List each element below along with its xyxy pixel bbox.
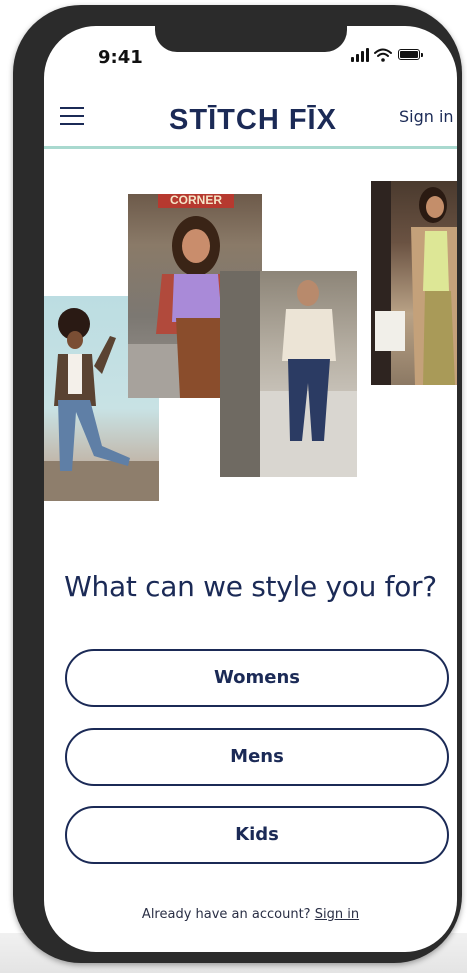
phone-notch <box>155 26 347 52</box>
footer-prompt-text: Already have an account? <box>141 907 311 922</box>
footer-sign-in-link[interactable]: Sign in <box>315 907 359 922</box>
menu-icon[interactable] <box>60 107 84 125</box>
wifi-icon <box>374 48 392 62</box>
top-nav: STĪTCH FĪX Sign in <box>44 96 457 149</box>
hero-photo-trench-coat <box>371 181 457 385</box>
phone-frame: 9:41 STĪTCH FĪX Sign in CORNER What can … <box>13 5 462 963</box>
mens-option-button[interactable]: Mens <box>65 728 449 786</box>
page-headline: What can we style you for? <box>64 570 437 603</box>
womens-option-button[interactable]: Womens <box>65 649 449 707</box>
header-sign-in-link[interactable]: Sign in <box>399 107 454 126</box>
battery-icon <box>398 49 423 60</box>
status-time: 9:41 <box>98 47 143 68</box>
hero-photo-mens-sweater <box>220 271 357 477</box>
signal-icon <box>351 48 371 62</box>
footer-account-prompt: Already have an account? Sign in <box>44 907 457 922</box>
phone-screen: 9:41 STĪTCH FĪX Sign in CORNER What can … <box>44 26 457 952</box>
kids-option-button[interactable]: Kids <box>65 806 449 864</box>
brand-logo[interactable]: STĪTCH FĪX <box>158 104 348 137</box>
store-sign-text: CORNER <box>158 194 234 208</box>
